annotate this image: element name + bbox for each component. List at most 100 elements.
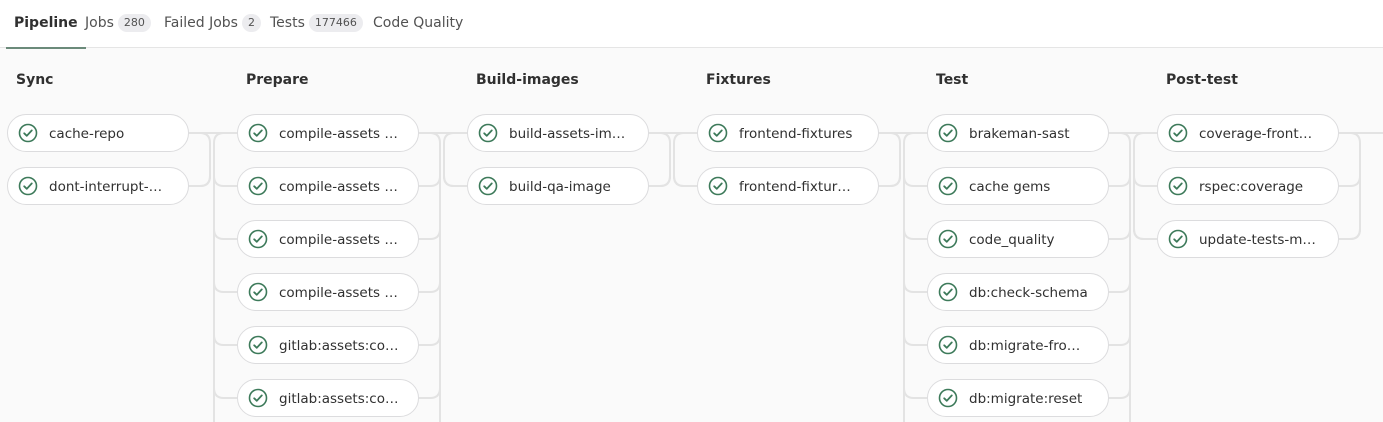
job-prepare-1[interactable]: compile-assets … [237, 114, 419, 152]
status-success-icon [1168, 176, 1188, 196]
job-name: update-tests-m… [1199, 232, 1316, 248]
status-success-icon [938, 176, 958, 196]
connector-line [213, 387, 225, 399]
connector-line [1109, 387, 1131, 399]
status-success-icon [478, 176, 498, 196]
job-test-6[interactable]: db:migrate:reset [927, 379, 1109, 417]
job-name: gitlab:assets:co… [279, 338, 399, 354]
job-name: db:migrate:reset [969, 391, 1083, 407]
stage-title-test: Test [936, 72, 969, 88]
status-success-icon [248, 176, 268, 196]
tab-pipeline-label: Pipeline [14, 15, 78, 31]
connector-line [1133, 175, 1145, 187]
job-fixtures-1[interactable]: frontend-fixtures [697, 114, 879, 152]
status-success-icon [248, 388, 268, 408]
stage-title-build-images: Build-images [476, 72, 579, 88]
tab-pipeline[interactable]: Pipeline [6, 0, 86, 49]
job-sync-1[interactable]: cache-repo [7, 114, 189, 152]
tab-jobs[interactable]: Jobs 280 [85, 0, 151, 48]
status-success-icon [938, 388, 958, 408]
job-test-1[interactable]: brakeman-sast [927, 114, 1109, 152]
tab-code-quality-label: Code Quality [373, 15, 464, 31]
connector-line [213, 228, 225, 240]
connector-line [419, 228, 441, 240]
job-name: compile-assets … [279, 285, 398, 301]
job-post-test-3[interactable]: update-tests-m… [1157, 220, 1339, 258]
connector-line [673, 132, 685, 187]
job-test-3[interactable]: code_quality [927, 220, 1109, 258]
tab-tests-label: Tests [270, 15, 305, 31]
connector-line [879, 175, 901, 187]
stage-title-post-test: Post-test [1166, 72, 1238, 88]
pipeline-tabs: Pipeline Jobs 280 Failed Jobs 2 Tests 17746… [0, 0, 1383, 49]
connector-line [903, 175, 915, 187]
connector-line [673, 175, 685, 187]
job-name: frontend-fixtures [739, 126, 853, 142]
connector-line [903, 132, 915, 422]
connector-line [419, 281, 441, 293]
job-test-5[interactable]: db:migrate-fro… [927, 326, 1109, 364]
tab-failed-jobs-label: Failed Jobs [164, 15, 238, 31]
connector-line [1133, 228, 1145, 240]
job-name: gitlab:assets:co… [279, 391, 399, 407]
connector-line [889, 132, 901, 187]
connector-line [419, 334, 441, 346]
stage-title-fixtures: Fixtures [706, 72, 771, 88]
tab-jobs-count-badge: 280 [117, 14, 151, 32]
connector-line [649, 175, 671, 187]
job-name: compile-assets … [279, 126, 398, 142]
status-success-icon [1168, 229, 1188, 249]
job-build-images-2[interactable]: build-qa-image [467, 167, 649, 205]
tab-jobs-label: Jobs [85, 15, 114, 31]
stage-title-prepare: Prepare [246, 72, 309, 88]
job-build-images-1[interactable]: build-assets-im… [467, 114, 649, 152]
status-success-icon [708, 123, 728, 143]
connector-line [419, 175, 441, 187]
connector-line [903, 281, 915, 293]
job-prepare-2[interactable]: compile-assets … [237, 167, 419, 205]
job-prepare-4[interactable]: compile-assets … [237, 273, 419, 311]
status-success-icon [938, 282, 958, 302]
job-test-4[interactable]: db:check-schema [927, 273, 1109, 311]
connector-line [903, 334, 915, 346]
status-success-icon [248, 123, 268, 143]
status-success-icon [708, 176, 728, 196]
job-prepare-5[interactable]: gitlab:assets:co… [237, 326, 419, 364]
job-name: build-qa-image [509, 179, 611, 195]
tab-tests[interactable]: Tests 177466 [270, 0, 363, 48]
job-name: dont-interrupt-… [49, 179, 163, 195]
connector-line [213, 281, 225, 293]
job-name: frontend-fixtur… [739, 179, 851, 195]
job-sync-2[interactable]: dont-interrupt-… [7, 167, 189, 205]
job-test-2[interactable]: cache gems [927, 167, 1109, 205]
tab-failed-jobs[interactable]: Failed Jobs 2 [164, 0, 261, 48]
connector-line [199, 132, 211, 187]
tab-failed-jobs-count-badge: 2 [241, 14, 261, 32]
status-success-icon [938, 335, 958, 355]
connector-line [1109, 334, 1131, 346]
tab-code-quality[interactable]: Code Quality [373, 0, 463, 48]
job-post-test-1[interactable]: coverage-front… [1157, 114, 1339, 152]
connector-line [903, 387, 915, 399]
connector-line [1109, 175, 1131, 187]
connector-line [213, 175, 225, 187]
status-success-icon [248, 229, 268, 249]
job-name: build-assets-im… [509, 126, 626, 142]
job-prepare-3[interactable]: compile-assets … [237, 220, 419, 258]
job-prepare-6[interactable]: gitlab:assets:co… [237, 379, 419, 417]
connector-line [213, 132, 225, 422]
stage-title-sync: Sync [16, 72, 54, 88]
job-fixtures-2[interactable]: frontend-fixtur… [697, 167, 879, 205]
connector-line [1339, 228, 1361, 240]
tab-tests-count-badge: 177466 [308, 14, 363, 32]
connector-line [419, 387, 441, 399]
job-name: db:check-schema [969, 285, 1088, 301]
connector-line [903, 228, 915, 240]
status-success-icon [248, 282, 268, 302]
job-name: db:migrate-fro… [969, 338, 1081, 354]
job-post-test-2[interactable]: rspec:coverage [1157, 167, 1339, 205]
job-name: rspec:coverage [1199, 179, 1304, 195]
connector-line [1109, 281, 1131, 293]
connector-line [1339, 175, 1361, 187]
job-name: compile-assets … [279, 179, 398, 195]
